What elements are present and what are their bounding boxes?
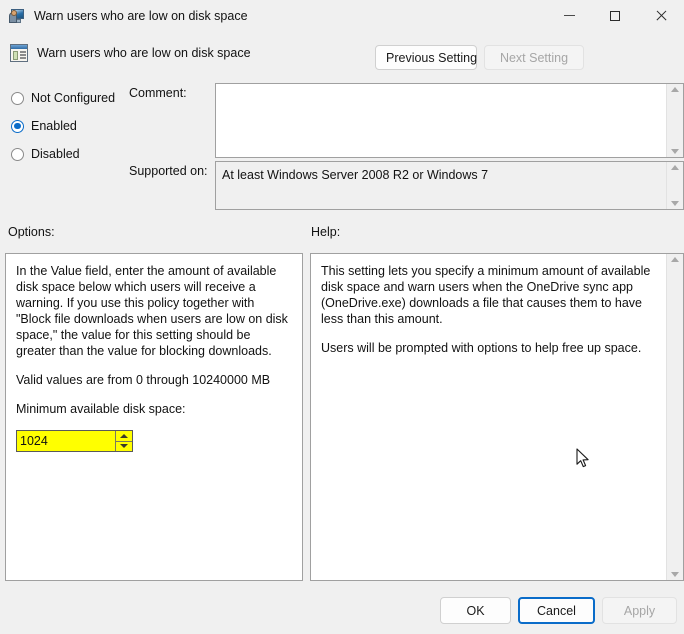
chevron-down-icon xyxy=(120,444,128,449)
help-panel: This setting lets you specify a minimum … xyxy=(310,253,684,581)
comment-scrollbar[interactable] xyxy=(666,84,683,157)
options-panel: In the Value field, enter the amount of … xyxy=(5,253,303,581)
scroll-up-icon[interactable] xyxy=(671,257,679,262)
stepper-decrease-button[interactable] xyxy=(116,440,132,451)
radio-enabled-label: Enabled xyxy=(31,119,77,133)
supported-on-text: At least Windows Server 2008 R2 or Windo… xyxy=(216,162,666,209)
radio-enabled-indicator xyxy=(11,119,24,133)
radio-disabled[interactable]: Disabled xyxy=(11,147,80,161)
previous-setting-button[interactable]: Previous Setting xyxy=(375,45,477,70)
chevron-up-icon xyxy=(120,433,128,438)
radio-not-configured-indicator xyxy=(11,91,24,105)
scroll-up-icon[interactable] xyxy=(671,165,679,170)
radio-disabled-indicator xyxy=(11,147,24,161)
radio-not-configured-label: Not Configured xyxy=(31,91,116,105)
close-icon xyxy=(655,10,667,22)
close-button[interactable] xyxy=(638,0,684,31)
radio-disabled-label: Disabled xyxy=(31,147,80,161)
options-label: Options: xyxy=(8,225,55,239)
scroll-down-icon[interactable] xyxy=(671,149,679,154)
scroll-down-icon[interactable] xyxy=(671,201,679,206)
supported-on-field: At least Windows Server 2008 R2 or Windo… xyxy=(215,161,684,210)
minimum-disk-space-label: Minimum available disk space: xyxy=(16,402,186,416)
minimize-icon xyxy=(563,15,575,16)
maximize-icon xyxy=(610,10,620,21)
help-scrollbar[interactable] xyxy=(666,254,683,580)
ok-button[interactable]: OK xyxy=(440,597,511,624)
comment-field[interactable] xyxy=(215,83,684,158)
help-paragraph-1: This setting lets you specify a minimum … xyxy=(321,264,651,326)
minimum-disk-space-stepper[interactable]: 1024 xyxy=(16,430,133,452)
stepper-increase-button[interactable] xyxy=(116,431,132,441)
cancel-button[interactable]: Cancel xyxy=(518,597,595,624)
help-label: Help: xyxy=(311,225,341,239)
help-content: This setting lets you specify a minimum … xyxy=(311,254,666,580)
help-paragraph-2: Users will be prompted with options to h… xyxy=(321,341,642,355)
options-content: In the Value field, enter the amount of … xyxy=(6,254,302,580)
setting-title: Warn users who are low on disk space xyxy=(37,46,251,60)
comment-text[interactable] xyxy=(216,84,666,157)
minimum-disk-space-input[interactable]: 1024 xyxy=(17,431,115,451)
supported-on-scrollbar[interactable] xyxy=(666,162,683,209)
window-title: Warn users who are low on disk space xyxy=(34,8,248,23)
radio-not-configured[interactable]: Not Configured xyxy=(11,91,115,105)
scroll-down-icon[interactable] xyxy=(671,572,679,577)
scroll-up-icon[interactable] xyxy=(671,87,679,92)
comment-label: Comment: xyxy=(129,86,187,100)
policy-setting-icon xyxy=(10,44,28,62)
apply-button[interactable]: Apply xyxy=(602,597,677,624)
options-paragraph-2: Valid values are from 0 through 10240000… xyxy=(16,373,271,387)
minimize-button[interactable] xyxy=(546,0,592,31)
next-setting-button[interactable]: Next Setting xyxy=(484,45,584,70)
policy-monitor-icon xyxy=(9,8,25,24)
options-paragraph-1: In the Value field, enter the amount of … xyxy=(16,264,288,358)
stepper-buttons[interactable] xyxy=(115,431,132,451)
maximize-button[interactable] xyxy=(592,0,638,31)
supported-on-label: Supported on: xyxy=(129,164,208,178)
radio-enabled[interactable]: Enabled xyxy=(11,119,77,133)
